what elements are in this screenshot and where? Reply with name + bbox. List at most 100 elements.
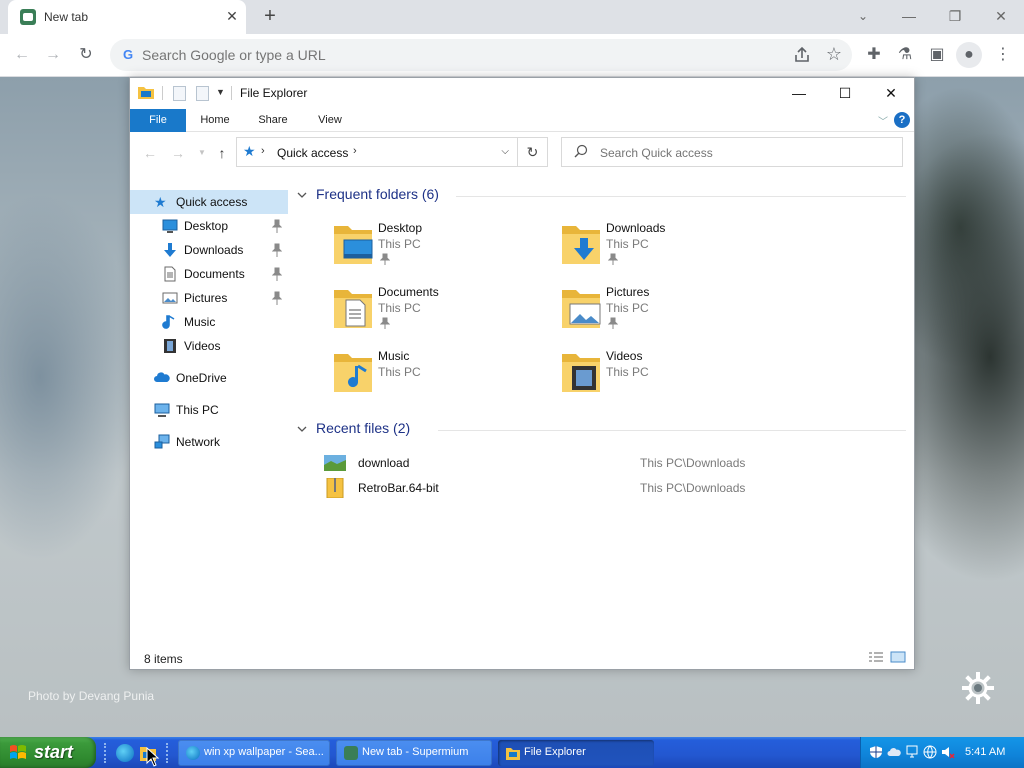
nav-item-documents[interactable]: Documents xyxy=(130,262,288,286)
taskbar-button-edge[interactable]: win xp wallpaper - Sea... xyxy=(178,740,330,766)
search-icon xyxy=(574,144,588,158)
clock[interactable]: 5:41 AM xyxy=(965,746,1005,758)
content-pane: Frequent folders (6) Desktop This PC Dow… xyxy=(292,182,912,642)
new-folder-icon[interactable] xyxy=(196,86,209,101)
nav-item-music[interactable]: Music xyxy=(130,310,288,334)
folder-tile-music[interactable]: Music This PC xyxy=(292,346,512,402)
bookmark-star-icon[interactable]: ☆ xyxy=(826,43,842,65)
expand-ribbon-chevron-icon[interactable]: ﹀ xyxy=(878,113,888,128)
tab-share[interactable]: Share xyxy=(250,109,296,132)
recent-locations-chevron-icon[interactable]: ▼ xyxy=(192,143,212,163)
pin-icon xyxy=(380,317,390,329)
taskbar-button-file-explorer[interactable]: File Explorer xyxy=(498,740,654,766)
breadcrumb-quick-access[interactable]: Quick access xyxy=(277,146,348,160)
customize-quick-access-toolbar-icon[interactable]: ▼ xyxy=(216,87,225,97)
collapse-chevron-icon[interactable] xyxy=(296,423,308,435)
omnibox-input[interactable] xyxy=(142,45,742,65)
back-arrow-icon[interactable]: ← xyxy=(140,143,160,163)
recent-file-path: This PC\Downloads xyxy=(640,456,746,470)
downloads-icon xyxy=(164,243,176,257)
edge-icon[interactable] xyxy=(116,744,134,762)
nav-item-desktop[interactable]: Desktop xyxy=(130,214,288,238)
recent-files-header[interactable]: Recent files (2) xyxy=(296,420,912,440)
breadcrumb-separator-icon[interactable]: › xyxy=(353,145,357,157)
maximize-icon[interactable]: ☐ xyxy=(822,78,868,108)
properties-icon[interactable] xyxy=(173,86,186,101)
frequent-folders-header[interactable]: Frequent folders (6) xyxy=(296,186,912,206)
back-arrow-icon[interactable]: ← xyxy=(9,42,35,68)
omnibox[interactable]: G ☆ xyxy=(110,39,852,71)
search-box[interactable] xyxy=(561,137,903,167)
pin-icon[interactable] xyxy=(272,291,282,305)
pin-icon[interactable] xyxy=(272,243,282,257)
folder-tile-videos[interactable]: Videos This PC xyxy=(520,346,740,402)
breadcrumb-separator-icon[interactable]: › xyxy=(261,145,265,157)
reload-icon[interactable]: ↻ xyxy=(73,42,99,68)
nav-item-onedrive[interactable]: OneDrive xyxy=(130,366,288,390)
customize-gear-icon[interactable] xyxy=(960,670,996,706)
refresh-button[interactable]: ↻ xyxy=(518,137,548,167)
tab-search-chevron-icon[interactable]: ⌄ xyxy=(848,4,878,28)
close-icon[interactable]: ✕ xyxy=(868,78,914,108)
forward-arrow-icon[interactable]: → xyxy=(168,143,188,163)
device-monitor-icon[interactable] xyxy=(905,745,919,759)
group-header-label: Frequent folders (6) xyxy=(316,186,439,202)
nav-item-downloads[interactable]: Downloads xyxy=(130,238,288,262)
pin-icon[interactable] xyxy=(272,219,282,233)
folder-tile-desktop[interactable]: Desktop This PC xyxy=(292,218,512,274)
nav-item-network[interactable]: Network xyxy=(130,430,288,454)
tab-file[interactable]: File xyxy=(130,109,186,132)
address-bar[interactable]: ★ › Quick access › ⌵ xyxy=(236,137,518,167)
lab-flask-icon[interactable]: ⚗ xyxy=(892,42,918,68)
pin-icon xyxy=(380,253,390,265)
restore-browser-icon[interactable]: ❐ xyxy=(940,4,970,28)
start-button[interactable]: start xyxy=(0,737,96,768)
side-panel-icon[interactable]: ▣ xyxy=(924,42,950,68)
recent-file-row[interactable]: RetroBar.64-bit This PC\Downloads xyxy=(322,477,902,501)
volume-muted-icon[interactable] xyxy=(941,745,955,759)
taskbar-button-supermium[interactable]: New tab - Supermium xyxy=(336,740,492,766)
tab-view[interactable]: View xyxy=(308,109,352,132)
minimize-browser-icon[interactable]: — xyxy=(894,4,924,28)
collapse-chevron-icon[interactable] xyxy=(296,189,308,201)
large-icons-view-icon[interactable] xyxy=(890,651,906,663)
nav-item-quick-access[interactable]: ★ Quick access xyxy=(130,190,288,214)
search-input[interactable] xyxy=(600,144,890,162)
folder-tile-documents[interactable]: Documents This PC xyxy=(292,282,512,338)
taskbar-grip[interactable] xyxy=(166,743,169,763)
start-label: start xyxy=(34,742,74,762)
explorer-folder-icon xyxy=(138,87,154,99)
supermium-icon xyxy=(344,746,358,760)
share-icon[interactable] xyxy=(792,45,812,65)
minimize-icon[interactable]: — xyxy=(776,78,822,108)
menu-kebab-icon[interactable]: ⋮ xyxy=(990,42,1016,68)
pin-icon[interactable] xyxy=(272,267,282,281)
network-globe-icon[interactable] xyxy=(923,745,937,759)
details-view-icon[interactable] xyxy=(868,651,884,663)
address-dropdown-chevron-icon[interactable]: ⌵ xyxy=(501,146,509,157)
recent-file-row[interactable]: download This PC\Downloads xyxy=(322,452,902,476)
folder-tile-pictures[interactable]: Pictures This PC xyxy=(520,282,740,338)
onedrive-cloud-icon[interactable] xyxy=(887,745,901,759)
close-browser-icon[interactable]: ✕ xyxy=(986,4,1016,28)
recent-file-name: RetroBar.64-bit xyxy=(358,481,439,495)
extensions-puzzle-icon[interactable]: ✚ xyxy=(861,42,887,68)
security-shield-icon[interactable] xyxy=(869,745,883,759)
browser-tab[interactable]: New tab ✕ xyxy=(8,0,246,34)
help-icon[interactable]: ? xyxy=(894,112,910,128)
forward-arrow-icon[interactable]: → xyxy=(40,42,66,68)
desktop-folder-icon xyxy=(334,226,373,264)
up-arrow-icon[interactable]: ↑ xyxy=(212,143,232,163)
nav-item-pictures[interactable]: Pictures xyxy=(130,286,288,310)
tab-home[interactable]: Home xyxy=(190,109,240,132)
photo-credit[interactable]: Photo by Devang Punia xyxy=(28,689,154,703)
folder-tile-downloads[interactable]: Downloads This PC xyxy=(520,218,740,274)
new-tab-button[interactable]: + xyxy=(258,5,282,29)
profile-avatar-icon[interactable]: ● xyxy=(956,42,982,68)
nav-item-this-pc[interactable]: This PC xyxy=(130,398,288,422)
file-explorer-icon xyxy=(506,748,520,760)
quicklaunch-grip[interactable] xyxy=(104,743,107,763)
close-tab-icon[interactable]: ✕ xyxy=(224,8,240,24)
recent-file-name: download xyxy=(358,456,410,470)
nav-item-videos[interactable]: Videos xyxy=(130,334,288,358)
